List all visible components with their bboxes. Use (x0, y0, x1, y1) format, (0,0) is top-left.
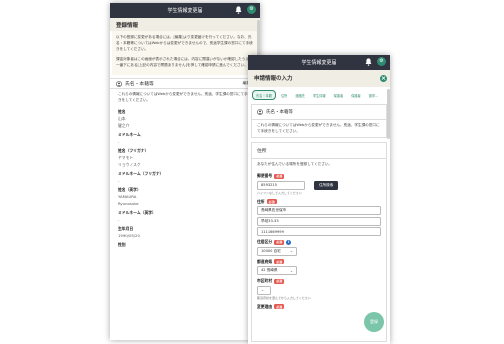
field-item: 性別 (110, 242, 260, 248)
field-item: 姓名（フリガナ） ヤマモト リョウノスケ (110, 148, 260, 168)
field-item: 生年月日 1990/05/20 (110, 226, 260, 239)
notice-box: 以下の登録に変更がある場合には、[編集]より変更届けを行ってください。なお、氏名… (112, 31, 258, 75)
field-label: 性別 (118, 242, 126, 247)
field-item: ミドルネーム（英字） - (110, 210, 260, 223)
field-value: リョウノスケ (118, 162, 141, 167)
page-title-text: 申請情報の入力 (254, 76, 293, 82)
housing-label-text: 住居区分 (257, 239, 273, 244)
field-value: - (118, 178, 120, 183)
address-description: あなたが住んでいる場所を登録してください。 (257, 162, 333, 166)
city-label-text: 市区町村 (257, 278, 273, 283)
required-badge: 必須 (274, 259, 285, 264)
field-item: 姓名 山本 健之介 (110, 109, 260, 129)
field-value: - (118, 139, 120, 144)
name-card-header: 氏名・本籍等 (252, 105, 386, 120)
chevron-down-icon: ⌄ (261, 288, 265, 292)
field-value: YAMAURA (118, 194, 137, 199)
scrollbar[interactable] (387, 89, 390, 139)
postal-label-text: 郵便番号 (257, 173, 273, 178)
page-title: 登録情報 (110, 18, 260, 31)
postal-code-input[interactable]: 8593215 (257, 180, 305, 190)
field-value: 山本 (118, 116, 126, 121)
chevron-down-icon: ⌄ (289, 249, 293, 253)
prefecture-label: 都道府県 必須 (252, 259, 386, 265)
housing-label: 住居区分 必須 i (252, 239, 386, 245)
required-badge: 必須 (266, 199, 277, 204)
field-item: 姓名（英字） YAMAURA Ryunosuke (110, 187, 260, 207)
tab-item[interactable]: 保護者 (348, 91, 364, 99)
tab-item[interactable]: 奨学… (366, 91, 382, 99)
person-icon (116, 80, 122, 87)
settings-icon[interactable]: ⚙ (247, 5, 256, 14)
required-badge: 必須 (274, 173, 285, 179)
address-title: 住所 (252, 143, 386, 159)
address-card: 住所 あなたが住んでいる場所を登録してください。 郵便番号 必須 8593215 … (251, 142, 387, 342)
prefecture-select[interactable]: 42 長崎県 ⌄ (257, 266, 297, 275)
required-badge: 必須 (274, 304, 285, 309)
required-badge: 必須 (274, 278, 285, 284)
close-icon[interactable]: × (380, 75, 387, 82)
prefecture-select-value: 42 長崎県 (261, 268, 278, 272)
name-card-title: 氏名・本籍等 (266, 110, 293, 115)
change-reason-label: 変更理由 必須 (252, 304, 386, 310)
notice-paragraph-2: 課金対象者はこの画面が表示された場合には、内容に間違いがないか確認したうえ、一番… (116, 57, 253, 67)
app-header: 学生情報変更届 ⚙ (248, 55, 390, 70)
person-icon (257, 109, 263, 115)
tab-bar: 氏名・本籍 住所 連絡先 学生情報 保護者 保護者 奨学… (248, 87, 390, 102)
tab-item[interactable]: 保護者 (331, 91, 347, 99)
settings-icon[interactable]: ⚙ (377, 57, 386, 66)
required-badge: 必須 (274, 239, 285, 245)
chevron-down-icon: ⌄ (289, 268, 293, 273)
section-header: 氏名・本籍等 編集 > (110, 78, 260, 89)
app-title: 学生情報変更届 (301, 60, 337, 66)
section-title: 氏名・本籍等 (125, 82, 154, 87)
housing-select-value: 10000 自宅 (261, 248, 281, 253)
address-search-button[interactable]: 住所検索 (314, 180, 339, 190)
info-icon[interactable]: i (286, 239, 292, 245)
name-card: 氏名・本籍等 これらの情報についてはWebから変更ができません。別途、学生課の窓… (251, 104, 387, 138)
tab-item[interactable]: 氏名・本籍 (252, 90, 276, 100)
field-item: ミドルネーム - (110, 132, 260, 145)
city-label: 市区町村 必須 (252, 278, 386, 284)
tab-item[interactable]: 住所 (278, 91, 290, 99)
field-value: 健之介 (118, 123, 130, 128)
change-reason-label-text: 変更理由 (257, 303, 273, 309)
city-hint: 都道府県を選んでから入力してください (257, 295, 311, 300)
bell-icon[interactable] (365, 57, 372, 66)
page-title: 申請情報の入力 × (248, 70, 390, 87)
tab-item[interactable]: 連絡先 (292, 91, 308, 99)
bell-icon[interactable] (235, 5, 242, 14)
postal-hint: ハイフンなしで入力してください (257, 190, 302, 195)
name-card-body: これらの情報についてはWebから変更ができません。別途、学生課の窓口にて手続きを… (257, 123, 380, 133)
field-list: 姓名 山本 健之介 ミドルネーム - 姓名（フリガナ） ヤマモト リョウノスケ ミドルネーム（フ… (110, 109, 260, 248)
address-line-1-input[interactable]: 長崎県佐世保市 (257, 206, 381, 215)
section-intro: これらの情報についてはWebから変更ができません。別途、学生課の窓口にて手続きを… (118, 92, 252, 102)
app-header: 学生情報変更届 ⚙ (110, 3, 260, 18)
tab-item[interactable]: 学生情報 (310, 91, 329, 99)
app-title: 学生情報変更届 (167, 8, 203, 14)
field-value: ヤマモト (118, 155, 134, 160)
address-label-text: 住所 (257, 198, 265, 204)
notice-paragraph-1: 以下の登録に変更がある場合には、[編集]より変更届けを行ってください。なお、氏名… (116, 35, 253, 51)
register-button[interactable]: 登録 (364, 312, 384, 332)
field-value: - (118, 217, 120, 222)
address-label: 住所 必須 (252, 199, 386, 205)
prefecture-label-text: 都道府県 (257, 258, 273, 264)
address-line-2-input[interactable]: 早岐33-33 (257, 216, 381, 226)
application-input-screen: 学生情報変更届 ⚙ 申請情報の入力 × 氏名・本籍 住所 連絡先 学生情報 保護者 保護者… (248, 55, 390, 344)
address-line-3-input[interactable]: 1111669999 (257, 227, 381, 236)
housing-select[interactable]: 10000 自宅 ⌄ (257, 246, 297, 256)
field-value: 1990/05/20 (118, 233, 140, 238)
registration-info-screen: 学生情報変更届 ⚙ 登録情報 以下の登録に変更がある場合には、[編集]より変更届… (110, 3, 260, 340)
field-value: Ryunosuke (118, 201, 139, 206)
field-item: ミドルネーム（フリガナ） - (110, 171, 260, 184)
city-select[interactable]: ⌄ (257, 285, 271, 295)
